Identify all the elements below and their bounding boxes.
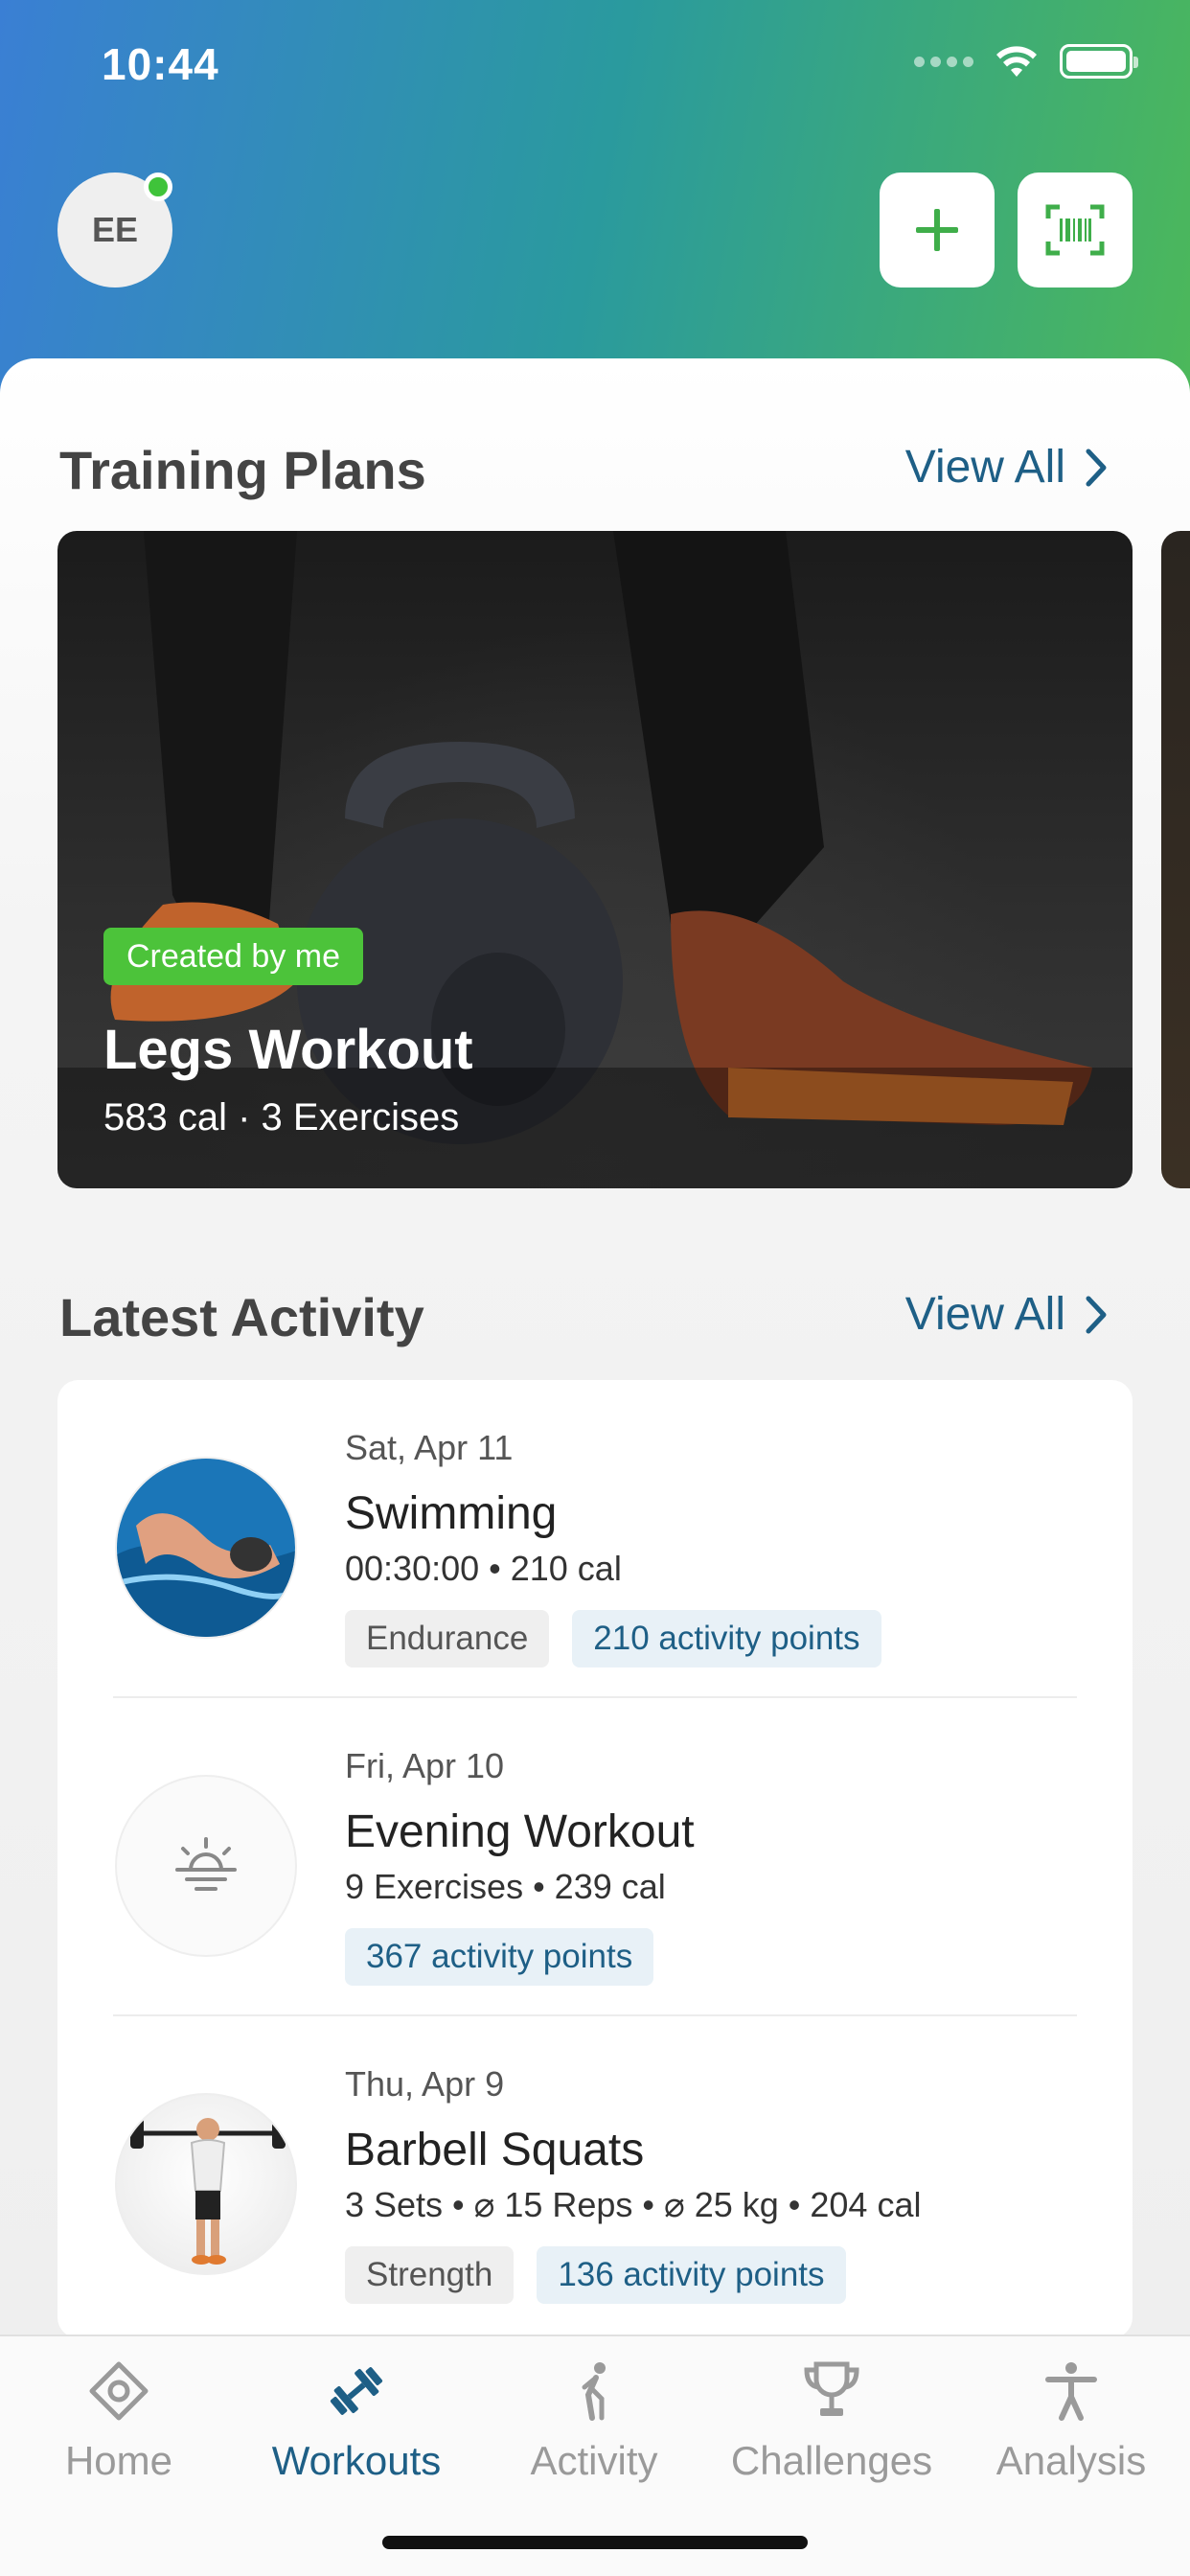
activity-tags: 367 activity points [345, 1928, 654, 1986]
activity-meta: 9 Exercises • 239 cal [345, 1867, 666, 1906]
user-avatar[interactable]: EE [57, 172, 172, 288]
training-plans-view-all[interactable]: View All [905, 441, 1110, 494]
tab-home[interactable]: Home [0, 2356, 238, 2499]
activity-title: Swimming [345, 1488, 558, 1539]
activity-title: Barbell Squats [345, 2125, 645, 2175]
activity-tags: Strength 136 activity points [345, 2246, 846, 2304]
tab-challenges[interactable]: Challenges [713, 2356, 950, 2499]
activity-points-tag: 136 activity points [537, 2246, 846, 2304]
status-icons [914, 44, 1138, 79]
runner-icon [563, 2356, 625, 2426]
next-plan-card-peek[interactable] [1161, 531, 1190, 1188]
tab-label: Activity [530, 2438, 658, 2483]
activity-item-swimming[interactable]: Sat, Apr 11 Swimming 00:30:00 • 210 cal … [57, 1380, 1133, 1698]
battery-icon [1060, 44, 1138, 79]
activity-points-tag: 210 activity points [572, 1610, 881, 1668]
status-time: 10:44 [102, 39, 219, 89]
tab-label: Home [64, 2438, 173, 2483]
latest-activity-title: Latest Activity [59, 1287, 424, 1347]
activity-tags: Endurance 210 activity points [345, 1610, 881, 1668]
created-by-me-badge: Created by me [103, 928, 363, 985]
tab-label: Analysis [995, 2438, 1147, 2483]
chevron-right-icon [1086, 1296, 1107, 1333]
plus-icon [916, 209, 958, 251]
barcode-scan-icon [1045, 204, 1105, 256]
view-all-label: View All [904, 442, 1065, 493]
barbell-squat-figure [115, 2093, 297, 2275]
activity-date: Sat, Apr 11 [345, 1428, 514, 1467]
plan-title: Legs Workout [103, 1019, 473, 1081]
plan-meta: 583 cal · 3 Exercises [103, 1096, 460, 1138]
activity-date: Thu, Apr 9 [345, 2064, 505, 2104]
training-plans-title: Training Plans [59, 440, 426, 500]
activity-meta: 00:30:00 • 210 cal [345, 1549, 622, 1588]
category-tag: Strength [345, 2246, 515, 2304]
training-plan-card[interactable]: Created by me Legs Workout 583 cal · 3 E… [57, 531, 1133, 1188]
latest-activity-view-all[interactable]: View All [905, 1288, 1110, 1341]
tab-activity[interactable]: Activity [475, 2356, 713, 2499]
trophy-icon [801, 2356, 862, 2426]
activity-item-evening-workout[interactable]: Fri, Apr 10 Evening Workout 9 Exercises … [57, 1698, 1133, 2016]
activity-meta: 3 Sets • ⌀ 15 Reps • ⌀ 25 kg • 204 cal [345, 2185, 922, 2224]
activity-item-barbell-squats[interactable]: Thu, Apr 9 Barbell Squats 3 Sets • ⌀ 15 … [57, 2016, 1133, 2334]
activity-points-tag: 367 activity points [345, 1928, 654, 1986]
sunset-icon [115, 1775, 297, 1957]
add-button[interactable] [880, 172, 995, 288]
tab-label: Challenges [730, 2438, 933, 2483]
kettlebell-photo [57, 531, 1133, 1188]
view-all-label: View All [904, 1289, 1065, 1340]
cellular-signal-icon [914, 56, 973, 67]
home-indicator [382, 2536, 808, 2549]
avatar-initials: EE [91, 210, 139, 249]
scan-barcode-button[interactable] [1018, 172, 1133, 288]
activity-title: Evening Workout [345, 1806, 695, 1857]
person-icon [1041, 2356, 1102, 2426]
status-bar: 10:44 [0, 0, 1190, 125]
activity-date: Fri, Apr 10 [345, 1746, 505, 1785]
online-status-dot [144, 172, 172, 201]
tab-label: Workouts [271, 2438, 442, 2483]
swimmer-photo [115, 1457, 297, 1639]
wifi-icon [996, 46, 1037, 77]
dumbbell-icon [326, 2356, 387, 2426]
home-target-icon [88, 2356, 149, 2426]
tab-workouts[interactable]: Workouts [238, 2356, 475, 2499]
category-tag: Endurance [345, 1610, 550, 1668]
chevron-right-icon [1086, 448, 1107, 486]
tab-analysis[interactable]: Analysis [952, 2356, 1190, 2499]
activity-list: Sat, Apr 11 Swimming 00:30:00 • 210 cal … [57, 1380, 1133, 2338]
